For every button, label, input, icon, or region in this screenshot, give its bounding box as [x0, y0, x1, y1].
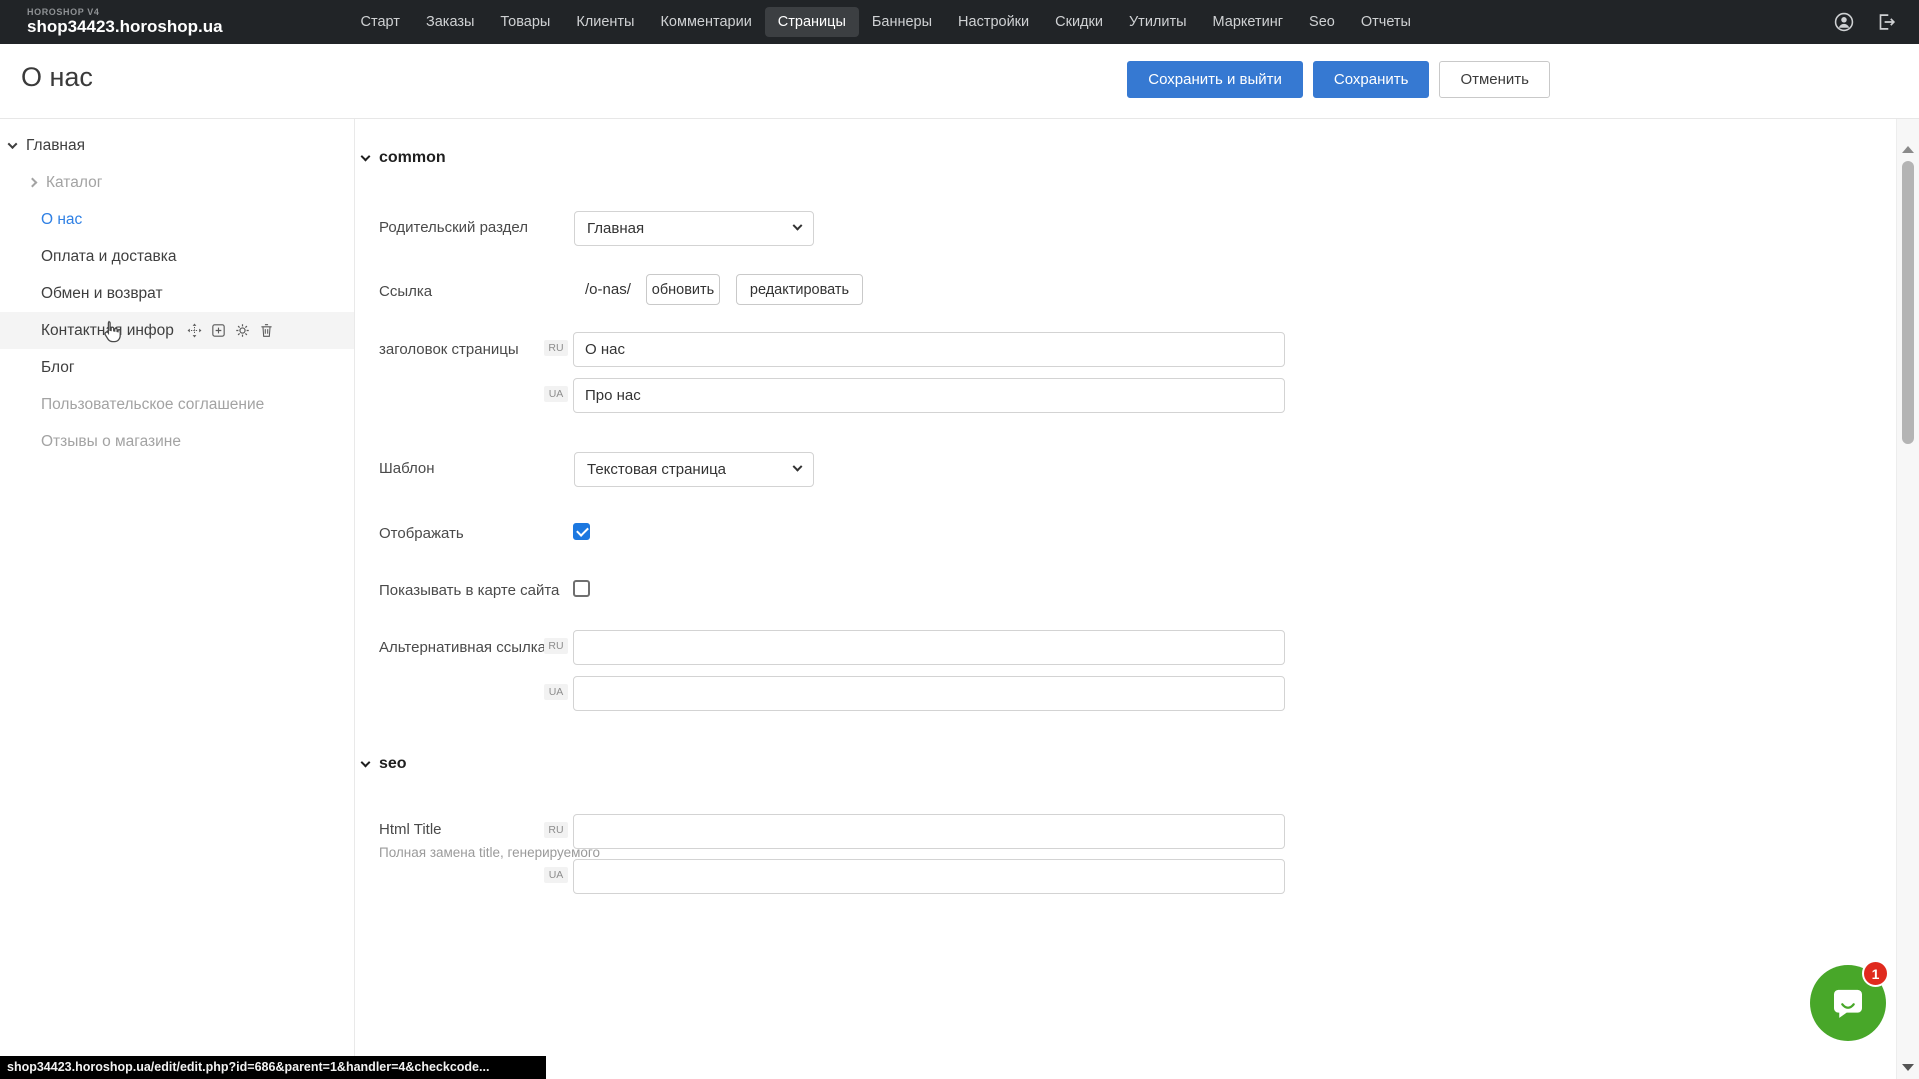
link-label: Ссылка	[379, 283, 432, 300]
parent-section-select[interactable]: Главная	[574, 211, 814, 246]
top-navigation-bar: HOROSHOP V4 shop34423.horoshop.ua Старт …	[0, 0, 1919, 44]
html-title-hint: Полная замена title, генерируемого	[379, 845, 600, 860]
chat-unread-badge: 1	[1862, 960, 1889, 987]
display-label: Отображать	[379, 525, 464, 542]
page-title-ua-input[interactable]	[573, 378, 1285, 413]
pages-tree-sidebar: Главная Каталог О нас Оплата и доставка …	[0, 119, 355, 1079]
tree-item-label: Каталог	[46, 174, 102, 192]
tree-item-label: Пользовательское соглашение	[41, 396, 264, 414]
lang-tag-ru: RU	[544, 340, 568, 356]
tree-item-exchange-return[interactable]: Обмен и возврат	[0, 275, 354, 312]
display-checkbox[interactable]	[573, 523, 590, 540]
link-url-statusbar: shop34423.horoshop.ua/edit/edit.php?id=6…	[0, 1056, 546, 1079]
nav-item-seo[interactable]: Seo	[1296, 7, 1348, 37]
tree-item-blog[interactable]: Блог	[0, 349, 354, 386]
nav-item-comments[interactable]: Комментарии	[647, 7, 764, 37]
tree-item-label: Оплата и доставка	[41, 248, 177, 266]
alt-link-ru-input[interactable]	[573, 630, 1285, 665]
settings-icon[interactable]	[234, 322, 251, 339]
logout-icon[interactable]	[1875, 11, 1897, 33]
section-seo[interactable]: seo	[362, 755, 407, 773]
tree-item-home[interactable]: Главная	[0, 127, 354, 164]
chat-widget-button[interactable]: 1	[1810, 965, 1886, 1041]
template-value: Текстовая страница	[587, 461, 726, 478]
scrollbar-thumb[interactable]	[1902, 161, 1914, 444]
sitemap-label: Показывать в карте сайта	[379, 582, 559, 599]
alt-link-ua-input[interactable]	[573, 676, 1285, 711]
alt-link-label: Альтернативная ссылка	[379, 639, 546, 656]
add-icon[interactable]	[210, 322, 227, 339]
section-common-label: common	[379, 149, 446, 167]
tree-item-label: Контактная инфор	[41, 322, 174, 340]
nav-item-orders[interactable]: Заказы	[413, 7, 487, 37]
page-title: О нас	[21, 62, 93, 93]
cancel-button[interactable]: Отменить	[1439, 61, 1550, 98]
tree-item-store-reviews[interactable]: Отзывы о магазине	[0, 423, 354, 460]
chevron-right-icon[interactable]	[28, 178, 38, 188]
page-header: О нас Сохранить и выйти Сохранить Отмени…	[0, 44, 1919, 119]
chevron-down-icon[interactable]	[8, 139, 18, 149]
account-icon[interactable]	[1833, 11, 1855, 33]
save-button[interactable]: Сохранить	[1313, 61, 1430, 98]
tree-item-label: Обмен и возврат	[41, 285, 163, 303]
link-path-value: /o-nas/	[585, 275, 631, 305]
header-action-buttons: Сохранить и выйти Сохранить Отменить	[1127, 61, 1550, 98]
parent-section-value: Главная	[587, 220, 644, 237]
html-title-ru-input[interactable]	[573, 814, 1285, 849]
template-label: Шаблон	[379, 460, 435, 477]
tree-item-catalog[interactable]: Каталог	[0, 164, 354, 201]
delete-icon[interactable]	[258, 322, 275, 339]
save-and-exit-button[interactable]: Сохранить и выйти	[1127, 61, 1303, 98]
nav-item-banners[interactable]: Баннеры	[859, 7, 945, 37]
sitemap-checkbox[interactable]	[573, 580, 590, 597]
nav-item-products[interactable]: Товары	[487, 7, 563, 37]
tree-item-user-agreement[interactable]: Пользовательское соглашение	[0, 386, 354, 423]
tree-item-label: Блог	[41, 359, 75, 377]
lang-tag-ua: UA	[544, 867, 568, 883]
nav-item-utilities[interactable]: Утилиты	[1116, 7, 1200, 37]
section-seo-label: seo	[379, 755, 407, 773]
template-select[interactable]: Текстовая страница	[574, 452, 814, 487]
chevron-down-icon	[793, 221, 803, 231]
tree-item-payment-delivery[interactable]: Оплата и доставка	[0, 238, 354, 275]
page-title-field-label: заголовок страницы	[379, 341, 519, 358]
logo-shop-domain: shop34423.horoshop.ua	[27, 18, 223, 36]
nav-item-marketing[interactable]: Маркетинг	[1200, 7, 1297, 37]
main-menu: Старт Заказы Товары Клиенты Комментарии …	[348, 7, 1424, 37]
html-title-ua-input[interactable]	[573, 859, 1285, 894]
tree-item-contact-info[interactable]: Контактная инфор	[0, 312, 354, 349]
lang-tag-ru: RU	[544, 638, 568, 654]
tree-item-label: О нас	[41, 211, 82, 229]
tree-item-label: Отзывы о магазине	[41, 433, 181, 451]
lang-tag-ua: UA	[544, 684, 568, 700]
parent-section-label: Родительский раздел	[379, 219, 528, 236]
page-edit-form: common Родительский раздел Главная Ссылк…	[356, 119, 1896, 1079]
nav-right-icons	[1833, 11, 1897, 33]
chevron-down-icon	[361, 757, 371, 767]
page-title-ru-input[interactable]	[573, 332, 1285, 367]
nav-item-reports[interactable]: Отчеты	[1348, 7, 1424, 37]
link-refresh-button[interactable]: обновить	[646, 274, 720, 305]
nav-item-start[interactable]: Старт	[348, 7, 413, 37]
chevron-down-icon	[361, 151, 371, 161]
tree-item-hover-actions	[186, 322, 275, 339]
section-common[interactable]: common	[362, 149, 446, 167]
lang-tag-ru: RU	[544, 822, 568, 838]
tree-item-label: Главная	[26, 137, 85, 155]
nav-item-discounts[interactable]: Скидки	[1042, 7, 1116, 37]
nav-item-clients[interactable]: Клиенты	[563, 7, 647, 37]
chevron-down-icon	[793, 462, 803, 472]
scroll-down-arrow-icon[interactable]	[1902, 1064, 1914, 1071]
lang-tag-ua: UA	[544, 386, 568, 402]
tree-item-about[interactable]: О нас	[0, 201, 354, 238]
vertical-scrollbar[interactable]	[1896, 119, 1919, 1079]
move-icon[interactable]	[186, 322, 203, 339]
nav-item-settings[interactable]: Настройки	[945, 7, 1042, 37]
html-title-label: Html Title	[379, 821, 442, 838]
chat-bubble-icon	[1827, 982, 1869, 1024]
link-edit-button[interactable]: редактировать	[736, 274, 863, 305]
nav-item-pages[interactable]: Страницы	[765, 7, 859, 37]
app-logo[interactable]: HOROSHOP V4 shop34423.horoshop.ua	[27, 8, 223, 35]
scroll-up-arrow-icon[interactable]	[1902, 146, 1914, 153]
